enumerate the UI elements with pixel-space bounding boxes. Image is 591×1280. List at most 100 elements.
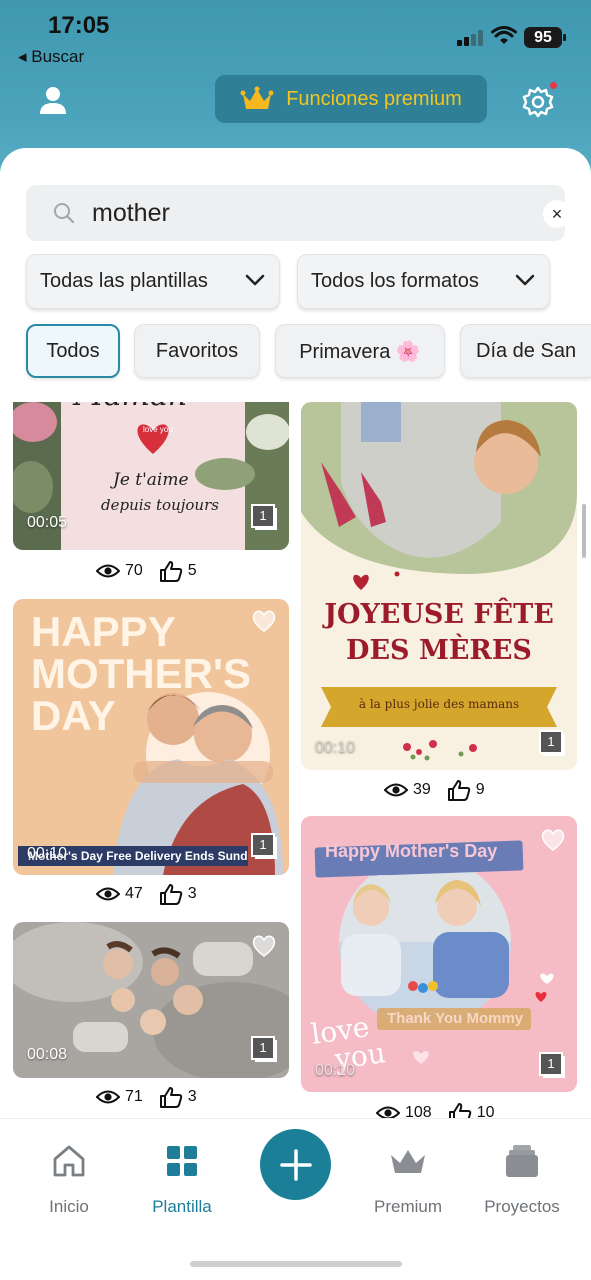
card-title-line: DES MÈRES [346, 635, 532, 666]
user-icon [40, 87, 66, 114]
like-count: 10 [476, 1104, 495, 1118]
card-headline: HAPPY MOTHER'S DAY [31, 611, 251, 737]
templates-filter-dropdown[interactable]: Todas las plantillas [26, 254, 280, 309]
back-to-search-link[interactable]: ◂ Buscar [18, 47, 84, 67]
chevron-down-icon [515, 274, 535, 286]
eye-icon [96, 1090, 120, 1104]
card-text-line: depuis toujours [101, 496, 219, 514]
view-count: 71 [125, 1088, 143, 1105]
favorite-heart-icon[interactable] [540, 828, 566, 852]
template-card[interactable]: Happy Mother's Day Thank You Mommy love … [301, 816, 577, 1092]
premium-label: Funciones premium [286, 87, 462, 110]
crown-icon [391, 1150, 425, 1173]
chip-todos[interactable]: Todos [26, 324, 120, 378]
bottom-tab-bar: Inicio Plantilla Premium Proyectos [0, 1118, 591, 1280]
chevron-down-icon [245, 274, 265, 286]
tab-label: Inicio [49, 1197, 89, 1216]
tab-plantilla[interactable]: Plantilla [127, 1119, 237, 1217]
chip-primavera[interactable]: Primavera 🌸 [275, 324, 445, 378]
cellular-signal-icon [457, 30, 485, 46]
notification-dot [550, 82, 557, 89]
create-new-button[interactable] [260, 1129, 331, 1200]
like-count: 3 [187, 885, 197, 902]
duration-label: 00:10 [27, 845, 68, 862]
page-count-icon: 1 [251, 1036, 275, 1060]
templates-grid-icon [167, 1146, 197, 1176]
view-count: 39 [413, 781, 431, 798]
card-stats: 39 9 [384, 779, 485, 801]
card-title: JOYEUSE FÊTE DES MÈRES [301, 597, 577, 669]
wifi-icon [491, 26, 517, 44]
tab-proyectos[interactable]: Proyectos [467, 1119, 577, 1217]
template-card[interactable]: Maman love you Je t'aime depuis toujours… [13, 402, 289, 550]
template-card[interactable]: 00:08 1 [13, 922, 289, 1078]
card-title-line: JOYEUSE FÊTE [324, 599, 554, 630]
card-subtitle: Thank You Mommy [387, 1010, 524, 1027]
search-icon [54, 203, 75, 224]
home-indicator [190, 1261, 402, 1267]
duration-label: 00:10 [315, 1062, 356, 1079]
thumbs-up-icon [159, 1087, 183, 1108]
clear-search-icon[interactable]: × [543, 200, 571, 228]
premium-features-button[interactable]: Funciones premium [215, 75, 487, 123]
formats-filter-label: Todos los formatos [311, 270, 479, 292]
eye-icon [96, 887, 120, 901]
eye-icon [384, 783, 408, 797]
status-time: 17:05 [48, 12, 110, 39]
card-text-line: Je t'aime [113, 470, 189, 490]
like-count: 9 [475, 781, 485, 798]
thumbs-up-icon [447, 780, 471, 801]
favorite-heart-icon[interactable] [251, 934, 277, 958]
search-input[interactable] [92, 194, 492, 232]
card-stats: 70 5 [96, 560, 197, 582]
page-count-icon: 1 [539, 1052, 563, 1076]
view-count: 108 [405, 1104, 432, 1118]
thumbs-up-icon [448, 1103, 471, 1118]
view-count: 47 [125, 885, 143, 902]
search-bar: × [26, 185, 571, 241]
battery-indicator: 95 [524, 27, 566, 48]
gear-icon [522, 86, 554, 118]
card-title-partial: Maman [73, 402, 187, 413]
plus-icon [279, 1148, 312, 1181]
tab-label: Premium [373, 1197, 442, 1216]
chip-dia-de-san[interactable]: Día de San [460, 324, 591, 378]
tab-inicio[interactable]: Inicio [14, 1119, 124, 1217]
tab-premium[interactable]: Premium [353, 1119, 463, 1217]
duration-label: 00:05 [27, 514, 68, 531]
ribbon-text: à la plus jolie des mamans [358, 697, 520, 711]
formats-filter-dropdown[interactable]: Todos los formatos [297, 254, 550, 309]
headline-line: HAPPY [31, 608, 176, 655]
page-count-icon: 1 [251, 833, 275, 857]
headline-line: DAY [31, 692, 116, 739]
profile-button[interactable] [36, 84, 70, 118]
content-sheet: × Todas las plantillas Todos los formato… [0, 148, 591, 1118]
template-card[interactable]: HAPPY MOTHER'S DAY Mother's Day Free Del… [13, 599, 289, 875]
card-stats: 108 10 [376, 1102, 495, 1118]
card-stats: 71 3 [96, 1086, 197, 1108]
scrollbar[interactable] [582, 504, 586, 558]
template-grid: Maman love you Je t'aime depuis toujours… [0, 402, 591, 1118]
like-count: 3 [187, 1088, 197, 1105]
tab-label: Plantilla [152, 1197, 212, 1216]
card-stats: 47 3 [96, 883, 197, 905]
home-icon [53, 1145, 85, 1177]
card-title: Happy Mother's Day [325, 841, 498, 861]
like-count: 5 [187, 562, 197, 579]
headline-line: MOTHER'S [31, 650, 251, 697]
view-count: 70 [125, 562, 143, 579]
page-count-icon: 1 [251, 504, 275, 528]
thumbs-up-icon [159, 561, 183, 582]
eye-icon [96, 564, 120, 578]
crown-icon [240, 86, 274, 109]
template-card[interactable]: JOYEUSE FÊTE DES MÈRES à la plus jolie d… [301, 402, 577, 770]
page-count-icon: 1 [539, 730, 563, 754]
settings-button[interactable] [520, 84, 556, 120]
tab-label: Proyectos [484, 1197, 560, 1216]
duration-label: 00:10 [315, 739, 356, 756]
thumbs-up-icon [159, 884, 183, 905]
eye-icon [376, 1106, 400, 1118]
template-thumbnail [301, 402, 577, 770]
chip-favoritos[interactable]: Favoritos [134, 324, 260, 378]
favorite-heart-icon[interactable] [251, 609, 277, 633]
